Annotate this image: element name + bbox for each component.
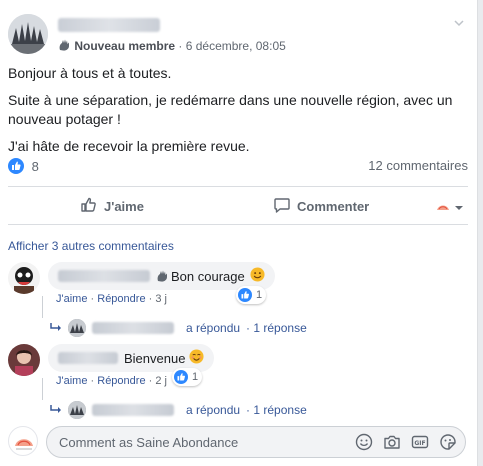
- reply-count: · 1 réponse: [246, 321, 307, 335]
- camera-icon[interactable]: [383, 433, 401, 451]
- like-count[interactable]: 8: [32, 159, 39, 174]
- comment-input-placeholder: Comment as Saine Abondance: [59, 435, 239, 450]
- new-member-badge[interactable]: Nouveau membre: [74, 39, 175, 53]
- reply-summary-row[interactable]: a répondu · 1 réponse: [50, 318, 307, 338]
- commenter-avatar[interactable]: [8, 344, 40, 376]
- reply-summary-row[interactable]: a répondu · 1 réponse: [50, 400, 307, 420]
- comment-count[interactable]: 12 commentaires: [368, 158, 468, 173]
- wave-hand-icon: [156, 269, 171, 284]
- comment-actions: J'aime · Répondre · 2 j: [56, 375, 167, 387]
- like-button-label: J'aime: [104, 199, 144, 214]
- post-meta: Nouveau membre · 6 décembre, 08:05: [58, 39, 286, 53]
- comment-button-label: Commenter: [297, 199, 370, 214]
- page-avatar[interactable]: [8, 426, 38, 456]
- post-timestamp[interactable]: · 6 décembre, 08:05: [178, 39, 285, 53]
- like-reaction-icon[interactable]: [8, 158, 24, 174]
- reply-arrow-icon: [50, 321, 62, 335]
- author-name-redacted[interactable]: [58, 18, 160, 32]
- show-more-comments-link[interactable]: Afficher 3 autres commentaires: [8, 239, 174, 253]
- thumbs-up-icon: [80, 196, 98, 217]
- audience-selector[interactable]: [436, 200, 464, 215]
- divider: [8, 186, 468, 187]
- commenter-name-redacted[interactable]: [58, 270, 150, 282]
- chevron-down-icon[interactable]: [452, 16, 466, 30]
- composer-icons: GIF: [355, 433, 457, 451]
- svg-text:GIF: GIF: [414, 440, 425, 447]
- comment-timestamp[interactable]: · 2 j: [149, 375, 167, 387]
- comment-input[interactable]: Comment as Saine Abondance GIF: [46, 426, 466, 458]
- comment-reply-link[interactable]: Répondre: [97, 375, 145, 387]
- page-avatar-icon: [436, 200, 450, 215]
- thread-line: [42, 378, 43, 400]
- like-button[interactable]: J'aime: [80, 196, 144, 217]
- comment-composer: Comment as Saine Abondance GIF: [8, 426, 468, 458]
- speech-bubble-icon: [273, 196, 291, 217]
- reply-arrow-icon: [50, 403, 62, 417]
- post-actions: J'aime Commenter: [8, 190, 468, 222]
- post-body: Bonjour à tous et à toutes. Suite à une …: [8, 64, 468, 164]
- comment-reply-link[interactable]: Répondre: [97, 293, 145, 305]
- replier-name-redacted: [92, 322, 174, 334]
- reply-summary-text: a répondu: [186, 403, 241, 417]
- replier-name-redacted: [92, 404, 174, 416]
- sticker-icon[interactable]: [439, 433, 457, 451]
- author-avatar[interactable]: [8, 14, 48, 54]
- commenter-avatar[interactable]: [8, 262, 40, 294]
- divider: [8, 224, 468, 225]
- comment-reaction-pill[interactable]: 1: [172, 368, 203, 386]
- reaction-count: 1: [192, 371, 199, 383]
- comment-like-link[interactable]: J'aime: [56, 375, 87, 387]
- emoji-icon[interactable]: [355, 433, 373, 451]
- new-member-icon: [58, 39, 74, 53]
- reply-count: · 1 réponse: [246, 403, 307, 417]
- commenter-name-redacted[interactable]: [58, 352, 118, 364]
- comment-text: Bienvenue: [124, 350, 186, 366]
- post-paragraph: J'ai hâte de recevoir la première revue.: [8, 138, 250, 154]
- comment-timestamp[interactable]: · 3 j: [149, 293, 167, 305]
- blush-emoji-icon: [189, 349, 204, 367]
- caret-down-icon: [454, 200, 464, 215]
- comment-actions: J'aime · Répondre · 3 j: [56, 293, 167, 305]
- post-card: Nouveau membre · 6 décembre, 08:05 Bonjo…: [0, 0, 478, 466]
- like-reaction-icon: [174, 370, 188, 384]
- post-paragraph: Bonjour à tous et à toutes.: [8, 65, 172, 81]
- comment-button[interactable]: Commenter: [273, 196, 369, 217]
- thread-line: [42, 296, 43, 318]
- like-reaction-icon: [238, 288, 252, 302]
- gif-icon[interactable]: GIF: [411, 433, 429, 451]
- comment-like-link[interactable]: J'aime: [56, 293, 87, 305]
- replier-avatar: [68, 319, 86, 337]
- smile-emoji-icon: [250, 267, 265, 285]
- post-header: Nouveau membre · 6 décembre, 08:05: [8, 14, 468, 58]
- reaction-count: 1: [256, 289, 263, 301]
- post-paragraph: Suite à une séparation, je redémarre dan…: [8, 92, 453, 127]
- replier-avatar: [68, 401, 86, 419]
- comment-text: Bon courage: [171, 268, 245, 284]
- reply-summary-text: a répondu: [186, 321, 241, 335]
- post-stats: 8 12 commentaires: [8, 158, 468, 178]
- comment-reaction-pill[interactable]: 1: [236, 286, 267, 304]
